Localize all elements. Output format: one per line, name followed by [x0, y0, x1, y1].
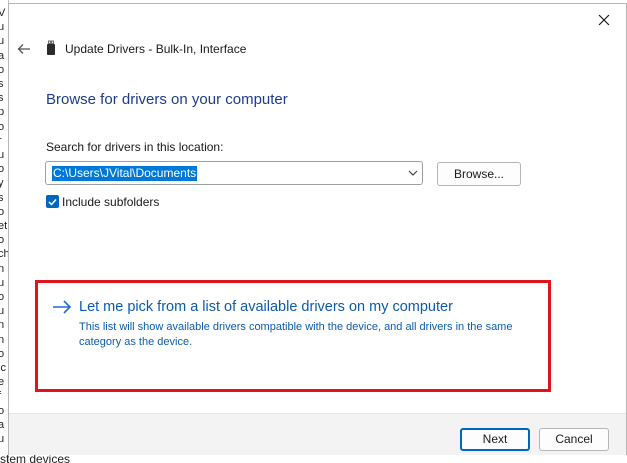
search-location-value[interactable]: C:\Users\JVital\Documents [52, 166, 198, 181]
search-location-label: Search for drivers in this location: [46, 140, 224, 154]
dialog-footer: Next Cancel [9, 413, 626, 455]
next-button[interactable]: Next [460, 428, 530, 451]
pick-option-description: This list will show available drivers co… [79, 321, 513, 348]
usb-device-icon [45, 40, 57, 56]
page-heading: Browse for drivers on your computer [46, 91, 288, 108]
chevron-down-icon [408, 170, 418, 176]
pick-driver-from-list-link[interactable]: Let me pick from a list of available dri… [49, 294, 549, 364]
browse-button[interactable]: Browse... [437, 162, 521, 186]
close-button[interactable] [590, 8, 618, 32]
path-dropdown-button[interactable] [406, 165, 420, 181]
include-subfolders-label[interactable]: Include subfolders [62, 195, 159, 209]
checkmark-icon [48, 198, 57, 206]
screenshot-root: Vuuaossporuoysoetochnuounnoicefoau stem … [0, 0, 627, 463]
cancel-button[interactable]: Cancel [539, 428, 609, 451]
pick-option-title[interactable]: Let me pick from a list of available dri… [79, 298, 453, 316]
close-icon [598, 14, 610, 26]
back-arrow-icon [17, 44, 30, 54]
back-button[interactable] [13, 38, 35, 60]
window-title: Update Drivers - Bulk-In, Interface [65, 42, 247, 56]
update-drivers-dialog: Update Drivers - Bulk-In, Interface Brow… [8, 3, 627, 455]
search-location-combobox[interactable]: C:\Users\JVital\Documents [45, 161, 423, 185]
right-arrow-icon [53, 300, 72, 314]
include-subfolders-checkbox[interactable] [46, 195, 59, 208]
